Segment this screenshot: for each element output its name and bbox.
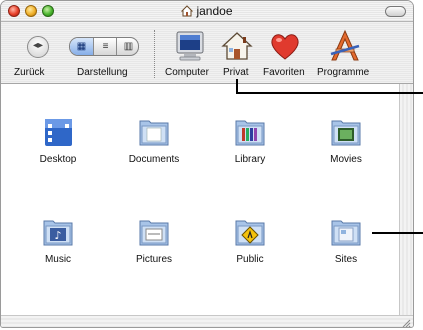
icon-view-button[interactable]: ▦ [70,38,93,55]
applications-icon[interactable] [327,28,363,64]
list-view-button[interactable]: ≡ [93,38,117,55]
library-folder-icon [235,120,265,146]
toolbar-favoriten-label[interactable]: Favoriten [263,67,305,78]
folder-label: Documents [128,154,180,165]
toolbar-programme-label[interactable]: Programme [317,67,369,78]
folder-label: Pictures [135,254,173,265]
folder-item-movies[interactable]: Movies [303,114,389,165]
resize-grip-icon[interactable] [401,315,411,327]
home-icon[interactable] [219,28,255,64]
window-title-text: jandoe [196,4,233,18]
back-arrow-icon: ◂▸ [32,40,44,51]
sites-folder-icon [331,220,361,246]
callout-line [236,79,238,93]
desktop-folder-icon [45,119,72,146]
toolbar-privat-label[interactable]: Privat [223,67,249,78]
folder-grid: Desktop Documents Library Movies ♪ Music… [1,84,399,315]
toolbar-toggle-button[interactable] [385,6,406,17]
view-label: Darstellung [77,67,128,78]
callout-line [372,232,423,234]
folder-item-public[interactable]: Public [207,214,293,265]
folder-label: Library [234,154,266,165]
back-label: Zurück [14,67,45,78]
folder-label: Public [236,254,264,265]
finder-window: jandoe ◂▸ Zurück ▦ ≡ ▥ Darstellung Compu… [0,0,414,328]
toolbar-divider [154,30,155,78]
title-bar[interactable]: jandoe [1,1,413,22]
svg-text:♪: ♪ [54,229,61,242]
folder-label: Desktop [39,154,77,165]
folder-label: Movies [330,154,362,165]
heart-icon[interactable] [267,28,303,64]
documents-folder-icon [139,120,169,146]
view-selector[interactable]: ▦ ≡ ▥ [69,37,139,56]
public-folder-icon [235,220,265,246]
music-folder-icon: ♪ [43,220,73,246]
horizontal-scrollbar[interactable] [1,315,413,327]
callout-line [236,92,423,94]
folder-label: Music [44,254,72,265]
column-view-button[interactable]: ▥ [116,38,138,55]
window-title: jandoe [1,4,413,20]
back-button[interactable]: ◂▸ [27,36,49,58]
folder-item-desktop[interactable]: Desktop [15,114,101,165]
folder-item-sites[interactable]: Sites [303,214,389,265]
folder-item-pictures[interactable]: Pictures [111,214,197,265]
computer-icon[interactable] [172,28,208,64]
vertical-scrollbar[interactable] [399,84,413,315]
toolbar: ◂▸ Zurück ▦ ≡ ▥ Darstellung Computer Pri… [1,22,413,84]
pictures-folder-icon [139,220,169,246]
folder-item-documents[interactable]: Documents [111,114,197,165]
folder-item-music[interactable]: ♪ Music [15,214,101,265]
movies-folder-icon [331,120,361,146]
home-icon [181,5,194,20]
folder-item-library[interactable]: Library [207,114,293,165]
toolbar-computer-label[interactable]: Computer [165,67,209,78]
folder-label: Sites [334,254,358,265]
